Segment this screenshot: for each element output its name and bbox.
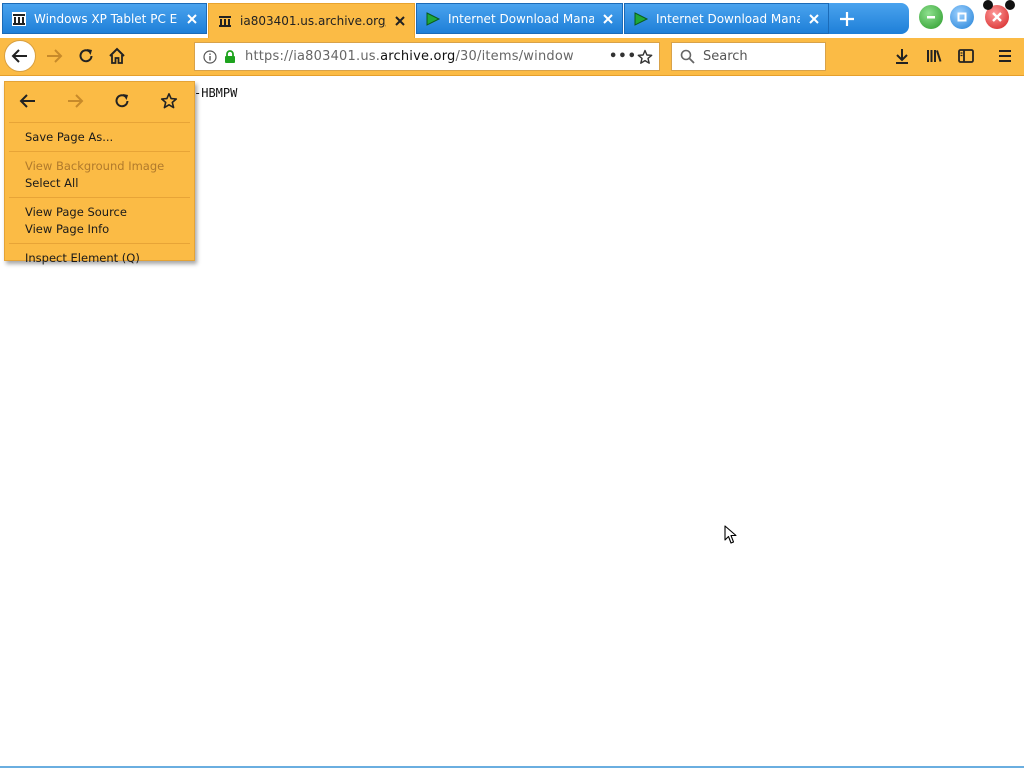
url-bar[interactable]: https://ia803401.us.archive.org/30/items… <box>194 42 660 71</box>
context-bookmark-button[interactable] <box>156 88 182 114</box>
library-button[interactable] <box>920 42 948 70</box>
idm-icon <box>634 11 649 26</box>
archive-icon <box>12 11 26 26</box>
tab-idm-1[interactable]: Internet Download Manag <box>416 3 623 34</box>
url-prefix: https://ia803401.us. <box>245 49 381 64</box>
minimize-icon <box>927 16 935 19</box>
maximize-icon <box>957 12 967 22</box>
back-button[interactable] <box>4 40 36 72</box>
tab-close-icon[interactable] <box>392 13 408 29</box>
reload-icon <box>115 94 129 108</box>
menu-item-view-background-image: View Background Image <box>25 159 165 173</box>
maximize-button[interactable] <box>950 5 974 29</box>
archive-icon <box>219 16 231 27</box>
sidebar-icon <box>958 49 974 63</box>
menu-item-save-page-as[interactable]: Save Page As... <box>5 129 194 146</box>
reload-icon <box>79 49 93 63</box>
tab-title: Windows XP Tablet PC Ed <box>34 11 178 26</box>
context-back-button[interactable] <box>15 88 41 114</box>
search-icon <box>680 49 695 64</box>
close-icon <box>992 12 1002 22</box>
download-icon <box>896 49 908 64</box>
bookmark-star-icon <box>160 93 178 109</box>
context-forward-button[interactable] <box>62 88 88 114</box>
arrow-right-icon <box>68 94 84 108</box>
search-placeholder: Search <box>703 49 748 64</box>
ear-decoration <box>983 0 993 10</box>
context-menu-nav-row <box>5 82 194 120</box>
bookmark-star-icon[interactable] <box>637 49 653 65</box>
menu-item-view-page-source[interactable]: View Page Source <box>5 204 194 221</box>
menu-separator <box>9 197 190 198</box>
library-icon <box>927 50 942 62</box>
tab-idm-2[interactable]: Internet Download Manag <box>624 3 829 34</box>
tab-title: Internet Download Manag <box>448 11 594 26</box>
arrow-left-icon <box>11 49 27 63</box>
url-path: /30/items/window <box>455 49 574 64</box>
reload-button[interactable] <box>72 42 100 70</box>
idm-icon <box>426 11 441 26</box>
page-actions-icon[interactable]: ••• <box>609 49 636 64</box>
url-domain: archive.org <box>380 49 456 64</box>
lock-icon[interactable] <box>223 49 237 64</box>
ear-decoration <box>1005 0 1015 10</box>
url-text[interactable]: https://ia803401.us.archive.org/30/items… <box>245 49 609 64</box>
home-icon <box>109 47 125 64</box>
forward-button[interactable] <box>40 42 68 70</box>
navigation-toolbar: https://ia803401.us.archive.org/30/items… <box>0 38 1024 76</box>
mouse-cursor-icon <box>724 525 737 544</box>
menu-item-select-all[interactable]: Select All <box>5 175 194 192</box>
hamburger-menu-icon <box>999 50 1011 62</box>
context-menu: Save Page As... View Background Image Se… <box>4 81 195 265</box>
sidebar-button[interactable] <box>952 42 980 70</box>
info-icon[interactable] <box>203 49 217 64</box>
new-tab-button[interactable] <box>829 3 909 34</box>
tab-strip: Windows XP Tablet PC Ed ia803401.us.arch… <box>0 0 1024 38</box>
menu-separator <box>9 122 190 123</box>
tab-close-icon[interactable] <box>184 11 200 27</box>
tab-windows-xp[interactable]: Windows XP Tablet PC Ed <box>2 3 207 34</box>
menu-item-inspect-element[interactable]: Inspect Element (Q) <box>5 250 194 267</box>
tab-title: Internet Download Manag <box>656 11 800 26</box>
plus-icon <box>840 11 854 26</box>
menu-separator <box>9 243 190 244</box>
menu-button[interactable] <box>991 42 1019 70</box>
menu-separator <box>9 151 190 152</box>
arrow-left-icon <box>19 94 35 108</box>
tab-close-icon[interactable] <box>806 11 822 27</box>
search-bar[interactable]: Search <box>671 42 826 71</box>
arrow-right-icon <box>47 49 63 63</box>
minimize-button[interactable] <box>919 5 943 29</box>
tab-title: ia803401.us.archive.org/3 <box>240 14 386 28</box>
downloads-button[interactable] <box>888 42 916 70</box>
tab-close-icon[interactable] <box>600 11 616 27</box>
tab-archive-org[interactable]: ia803401.us.archive.org/3 <box>208 3 415 38</box>
page-body-text: -HBMPW <box>194 86 238 100</box>
home-button[interactable] <box>103 42 131 70</box>
menu-item-view-page-info[interactable]: View Page Info <box>5 221 194 238</box>
context-reload-button[interactable] <box>109 88 135 114</box>
